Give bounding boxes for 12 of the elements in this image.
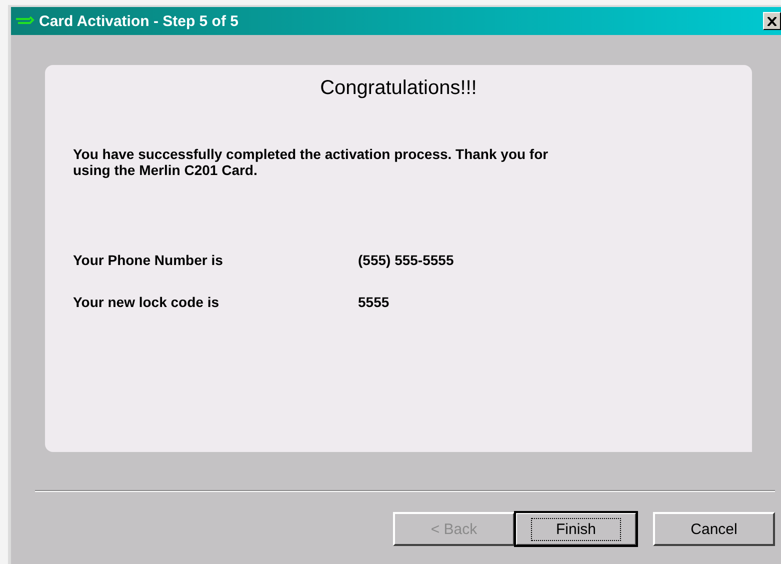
detail-label: Your Phone Number is <box>73 252 224 268</box>
finish-button[interactable]: Finish <box>515 512 637 546</box>
heading: Congratulations!!! <box>319 76 478 100</box>
message-text: You have successfully completed the activation process. Thank you for using the Merlin C201 Card. <box>73 146 550 178</box>
detail-label: Your new lock code is <box>73 294 220 310</box>
detail-value: 5555 <box>358 294 390 310</box>
close-icon <box>767 16 777 26</box>
cancel-button[interactable]: Cancel <box>653 512 775 546</box>
close-button[interactable] <box>763 12 781 30</box>
window-title: Card Activation - Step 5 of 5 <box>39 12 240 30</box>
detail-value: (555) 555-5555 <box>358 252 454 268</box>
arrow-icon <box>15 16 35 26</box>
